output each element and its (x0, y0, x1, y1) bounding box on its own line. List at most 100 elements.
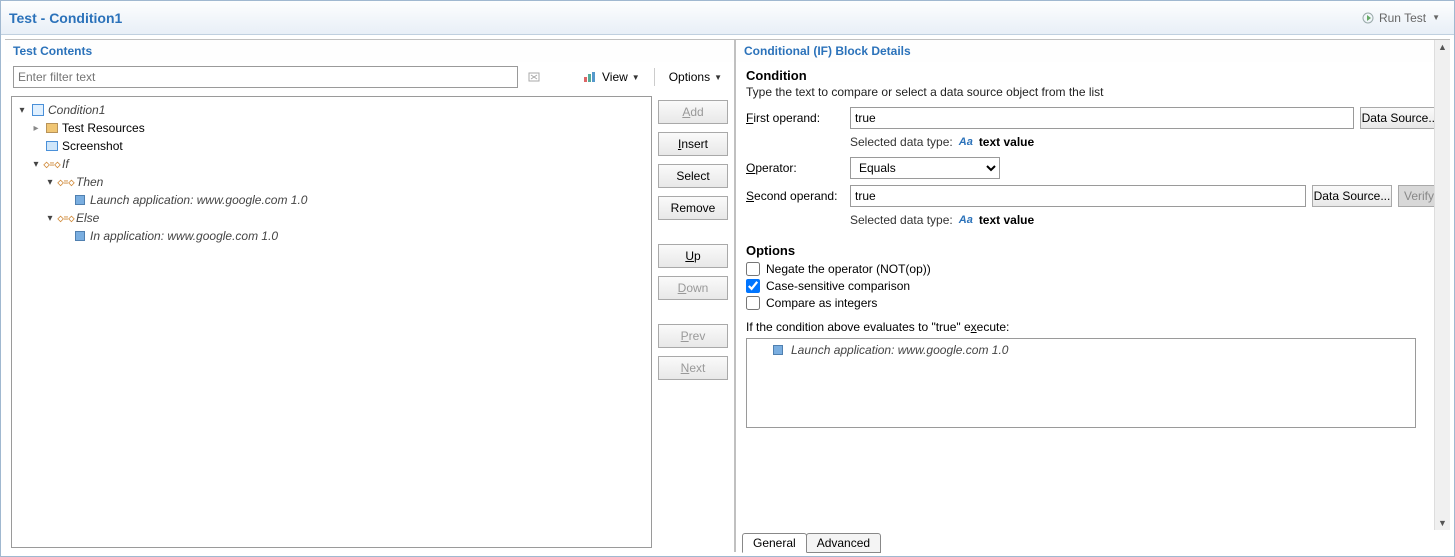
screenshot-icon (45, 139, 59, 153)
tree-node-resources[interactable]: Test Resources (16, 119, 647, 137)
datatype-label: Selected data type: (850, 213, 953, 227)
options-section-title: Options (746, 243, 1440, 258)
if-icon: ◇=◇ (45, 157, 59, 171)
case-label: Case-sensitive comparison (766, 279, 910, 293)
datatype-value: text value (979, 213, 1034, 227)
clear-filter-icon[interactable] (524, 67, 544, 87)
case-checkbox[interactable] (746, 279, 760, 293)
filter-input[interactable] (13, 66, 518, 88)
view-button[interactable]: View ▼ (580, 68, 644, 86)
condition-section-title: Condition (746, 68, 1440, 83)
condition-icon (31, 103, 45, 117)
tree-node-launch[interactable]: Launch application: www.google.com 1.0 (16, 191, 647, 209)
expander-icon[interactable] (30, 122, 42, 134)
second-datatype-row: Selected data type: Aa text value (746, 213, 1440, 227)
insert-button[interactable]: Insert (658, 132, 728, 156)
test-contents-title: Test Contents (5, 40, 734, 62)
tree-node-label: Then (76, 175, 103, 189)
aa-icon: Aa (959, 214, 973, 226)
tree-node-else[interactable]: ◇=◇ Else (16, 209, 647, 227)
int-check-row: Compare as integers (746, 296, 1440, 310)
second-operand-input[interactable] (850, 185, 1306, 207)
tree-node-label: Condition1 (48, 103, 105, 117)
tree-node-screenshot[interactable]: Screenshot (16, 137, 647, 155)
datatype-label: Selected data type: (850, 135, 953, 149)
scroll-down-icon[interactable]: ▼ (1436, 516, 1449, 530)
first-datatype-row: Selected data type: Aa text value (746, 135, 1440, 149)
dropdown-arrow-icon: ▼ (714, 73, 722, 82)
expander-icon[interactable] (44, 176, 56, 188)
chart-icon (584, 72, 598, 82)
prev-button: Prev (658, 324, 728, 348)
scrollbar[interactable]: ▲ ▼ (1434, 40, 1450, 530)
negate-checkbox[interactable] (746, 262, 760, 276)
editor-header: Test - Condition1 Run Test ▼ (1, 1, 1454, 35)
editor-title: Test - Condition1 (9, 10, 1355, 26)
test-tree[interactable]: Condition1 Test Resources Screenshot ◇=◇… (11, 96, 652, 548)
condition-section-sub: Type the text to compare or select a dat… (746, 85, 1440, 99)
main-split: Test Contents View ▼ Options ▼ (1, 35, 1454, 556)
details-tabs: General Advanced (736, 530, 1450, 552)
operator-label: Operator: (746, 161, 844, 175)
btn-rest: dd (690, 105, 703, 119)
scroll-up-icon[interactable]: ▲ (1436, 40, 1449, 54)
tree-node-label: If (62, 157, 69, 171)
contents-toolbar: View ▼ Options ▼ (5, 62, 734, 92)
negate-check-row: Negate the operator (NOT(op)) (746, 262, 1440, 276)
int-label: Compare as integers (766, 296, 877, 310)
int-checkbox[interactable] (746, 296, 760, 310)
data-source-button[interactable]: Data Source... (1312, 185, 1392, 207)
run-test-label: Run Test (1379, 11, 1426, 25)
data-source-button[interactable]: Data Source... (1360, 107, 1440, 129)
select-button[interactable]: Select (658, 164, 728, 188)
tree-node-label: Else (76, 211, 99, 225)
tree-node-then[interactable]: ◇=◇ Then (16, 173, 647, 191)
tree-node-label: In application: www.google.com 1.0 (90, 229, 278, 243)
first-operand-row: First operand: Data Source... (746, 107, 1440, 129)
tree-node-if[interactable]: ◇=◇ If (16, 155, 647, 173)
tree-node-root[interactable]: Condition1 (16, 101, 647, 119)
remove-button[interactable]: Remove (658, 196, 728, 220)
aa-icon: Aa (959, 136, 973, 148)
tree-node-label: Launch application: www.google.com 1.0 (90, 193, 307, 207)
execute-item[interactable]: Launch application: www.google.com 1.0 (751, 343, 1411, 357)
tree-node-inapp[interactable]: In application: www.google.com 1.0 (16, 227, 647, 245)
first-operand-input[interactable] (850, 107, 1354, 129)
expander-icon[interactable] (44, 212, 56, 224)
details-content: Condition Type the text to compare or se… (736, 62, 1450, 530)
operator-select[interactable]: Equals (850, 157, 1000, 179)
execute-item-label: Launch application: www.google.com 1.0 (791, 343, 1008, 357)
first-operand-label: First operand: (746, 111, 844, 125)
next-button: Next (658, 356, 728, 380)
negate-label: Negate the operator (NOT(op)) (766, 262, 931, 276)
down-button: Down (658, 276, 728, 300)
then-icon: ◇=◇ (59, 175, 73, 189)
tree-node-label: Test Resources (62, 121, 145, 135)
up-button[interactable]: Up (658, 244, 728, 268)
second-operand-label: Second operand: (746, 189, 844, 203)
tree-action-buttons: Add Insert Select Remove Up Down Prev Ne… (658, 96, 728, 548)
options-label: Options (669, 70, 710, 84)
expander-icon[interactable] (16, 104, 28, 116)
test-contents-panel: Test Contents View ▼ Options ▼ (5, 39, 735, 552)
else-icon: ◇=◇ (59, 211, 73, 225)
case-check-row: Case-sensitive comparison (746, 279, 1440, 293)
tab-advanced[interactable]: Advanced (806, 533, 881, 553)
app-icon (73, 193, 87, 207)
tab-general[interactable]: General (742, 533, 807, 553)
tree-and-buttons: Condition1 Test Resources Screenshot ◇=◇… (5, 92, 734, 552)
details-title: Conditional (IF) Block Details (736, 40, 1450, 62)
tree-node-label: Screenshot (62, 139, 123, 153)
app-icon (73, 229, 87, 243)
view-label: View (602, 70, 628, 84)
expander-icon[interactable] (30, 158, 42, 170)
folder-icon (45, 121, 59, 135)
dropdown-arrow-icon: ▼ (1432, 13, 1440, 22)
datatype-value: text value (979, 135, 1034, 149)
app-icon (771, 343, 785, 357)
dropdown-arrow-icon: ▼ (632, 73, 640, 82)
run-test-button[interactable]: Run Test ▼ (1355, 9, 1446, 27)
options-button[interactable]: Options ▼ (665, 68, 726, 86)
execute-list[interactable]: Launch application: www.google.com 1.0 (746, 338, 1416, 428)
add-button: Add (658, 100, 728, 124)
